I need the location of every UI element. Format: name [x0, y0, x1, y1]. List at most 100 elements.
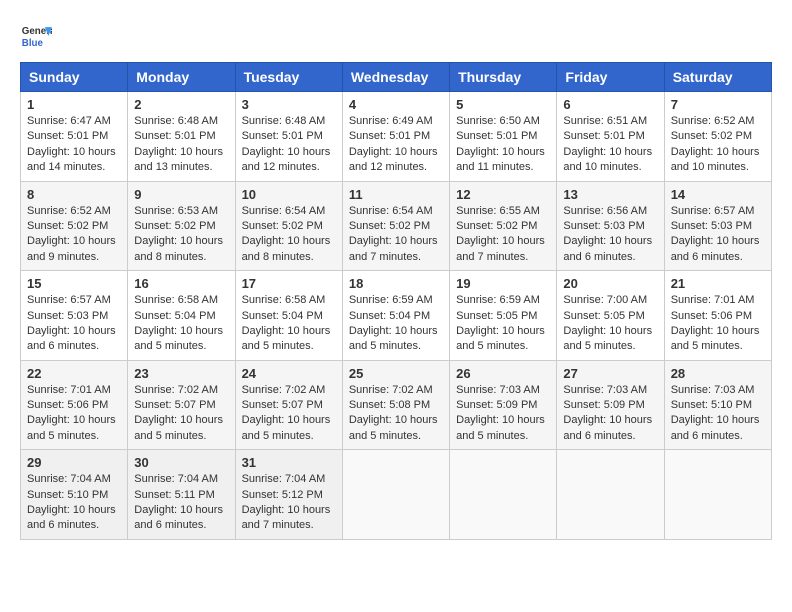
day-number: 5 — [456, 97, 550, 112]
day-content: Sunrise: 6:57 AMSunset: 5:03 PMDaylight:… — [27, 293, 121, 355]
calendar-cell: 17 Sunrise: 6:58 AMSunset: 5:04 PMDayligh… — [235, 271, 342, 361]
day-content: Sunrise: 7:02 AMSunset: 5:08 PMDaylight:… — [349, 383, 443, 445]
day-content: Sunrise: 6:52 AMSunset: 5:02 PMDaylight:… — [27, 204, 121, 266]
day-content: Sunrise: 6:51 AMSunset: 5:01 PMDaylight:… — [563, 114, 657, 176]
day-number: 31 — [242, 455, 336, 470]
calendar-cell: 19 Sunrise: 6:59 AMSunset: 5:05 PMDayligh… — [450, 271, 557, 361]
calendar-cell: 21 Sunrise: 7:01 AMSunset: 5:06 PMDayligh… — [664, 271, 771, 361]
day-number: 9 — [134, 187, 228, 202]
calendar-cell: 7 Sunrise: 6:52 AMSunset: 5:02 PMDaylight… — [664, 92, 771, 182]
calendar-cell: 30 Sunrise: 7:04 AMSunset: 5:11 PMDayligh… — [128, 450, 235, 540]
day-content: Sunrise: 6:53 AMSunset: 5:02 PMDaylight:… — [134, 204, 228, 266]
day-number: 7 — [671, 97, 765, 112]
day-number: 11 — [349, 187, 443, 202]
calendar-cell: 26 Sunrise: 7:03 AMSunset: 5:09 PMDayligh… — [450, 360, 557, 450]
calendar-cell: 28Sunrise: 7:03 AMSunset: 5:10 PMDayligh… — [664, 360, 771, 450]
day-content: Sunrise: 6:54 AMSunset: 5:02 PMDaylight:… — [349, 204, 443, 266]
calendar-cell: 2 Sunrise: 6:48 AMSunset: 5:01 PMDaylight… — [128, 92, 235, 182]
day-content: Sunrise: 6:57 AMSunset: 5:03 PMDaylight:… — [671, 204, 765, 266]
day-number: 24 — [242, 366, 336, 381]
calendar-cell: 20 Sunrise: 7:00 AMSunset: 5:05 PMDayligh… — [557, 271, 664, 361]
col-header-friday: Friday — [557, 63, 664, 92]
col-header-tuesday: Tuesday — [235, 63, 342, 92]
calendar-cell: 27Sunrise: 7:03 AMSunset: 5:09 PMDayligh… — [557, 360, 664, 450]
day-content: Sunrise: 6:58 AMSunset: 5:04 PMDaylight:… — [242, 293, 336, 355]
col-header-sunday: Sunday — [21, 63, 128, 92]
calendar-cell — [450, 450, 557, 540]
calendar-cell: 22 Sunrise: 7:01 AMSunset: 5:06 PMDayligh… — [21, 360, 128, 450]
calendar-cell: 11 Sunrise: 6:54 AMSunset: 5:02 PMDayligh… — [342, 181, 449, 271]
calendar-cell: 18 Sunrise: 6:59 AMSunset: 5:04 PMDayligh… — [342, 271, 449, 361]
day-number: 12 — [456, 187, 550, 202]
day-number: 15 — [27, 276, 121, 291]
calendar-cell: 24 Sunrise: 7:02 AMSunset: 5:07 PMDayligh… — [235, 360, 342, 450]
page-header: General Blue — [20, 20, 772, 52]
day-number: 13 — [563, 187, 657, 202]
logo: General Blue — [20, 20, 52, 52]
day-content: Sunrise: 6:59 AMSunset: 5:05 PMDaylight:… — [456, 293, 550, 355]
day-number: 21 — [671, 276, 765, 291]
calendar-table: SundayMondayTuesdayWednesdayThursdayFrid… — [20, 62, 772, 540]
calendar-cell: 14 Sunrise: 6:57 AMSunset: 5:03 PMDayligh… — [664, 181, 771, 271]
day-content: Sunrise: 7:03 AMSunset: 5:09 PMDaylight:… — [456, 383, 550, 445]
day-content: Sunrise: 7:04 AMSunset: 5:10 PMDaylight:… — [27, 472, 121, 534]
day-number: 20 — [563, 276, 657, 291]
day-number: 14 — [671, 187, 765, 202]
logo-icon: General Blue — [20, 20, 52, 52]
day-content: Sunrise: 6:48 AMSunset: 5:01 PMDaylight:… — [134, 114, 228, 176]
day-number: 26 — [456, 366, 550, 381]
day-number: 22 — [27, 366, 121, 381]
day-content: Sunrise: 6:50 AMSunset: 5:01 PMDaylight:… — [456, 114, 550, 176]
calendar-cell: 23 Sunrise: 7:02 AMSunset: 5:07 PMDayligh… — [128, 360, 235, 450]
col-header-monday: Monday — [128, 63, 235, 92]
day-number: 10 — [242, 187, 336, 202]
day-content: Sunrise: 6:49 AMSunset: 5:01 PMDaylight:… — [349, 114, 443, 176]
calendar-cell: 4 Sunrise: 6:49 AMSunset: 5:01 PMDaylight… — [342, 92, 449, 182]
day-content: Sunrise: 6:56 AMSunset: 5:03 PMDaylight:… — [563, 204, 657, 266]
day-number: 16 — [134, 276, 228, 291]
day-number: 4 — [349, 97, 443, 112]
col-header-saturday: Saturday — [664, 63, 771, 92]
calendar-cell: 5 Sunrise: 6:50 AMSunset: 5:01 PMDaylight… — [450, 92, 557, 182]
day-number: 2 — [134, 97, 228, 112]
calendar-cell: 3Sunrise: 6:48 AMSunset: 5:01 PMDaylight… — [235, 92, 342, 182]
calendar-cell: 12 Sunrise: 6:55 AMSunset: 5:02 PMDayligh… — [450, 181, 557, 271]
calendar-cell — [664, 450, 771, 540]
day-content: Sunrise: 6:47 AMSunset: 5:01 PMDaylight:… — [27, 114, 121, 176]
day-content: Sunrise: 7:04 AMSunset: 5:11 PMDaylight:… — [134, 472, 228, 534]
day-content: Sunrise: 7:01 AMSunset: 5:06 PMDaylight:… — [27, 383, 121, 445]
calendar-cell: 15 Sunrise: 6:57 AMSunset: 5:03 PMDayligh… — [21, 271, 128, 361]
day-number: 25 — [349, 366, 443, 381]
calendar-cell: 9 Sunrise: 6:53 AMSunset: 5:02 PMDaylight… — [128, 181, 235, 271]
calendar-cell — [557, 450, 664, 540]
day-content: Sunrise: 6:55 AMSunset: 5:02 PMDaylight:… — [456, 204, 550, 266]
calendar-cell: 25 Sunrise: 7:02 AMSunset: 5:08 PMDayligh… — [342, 360, 449, 450]
day-content: Sunrise: 7:00 AMSunset: 5:05 PMDaylight:… — [563, 293, 657, 355]
calendar-cell: 16 Sunrise: 6:58 AMSunset: 5:04 PMDayligh… — [128, 271, 235, 361]
day-content: Sunrise: 6:54 AMSunset: 5:02 PMDaylight:… — [242, 204, 336, 266]
day-number: 19 — [456, 276, 550, 291]
day-content: Sunrise: 7:03 AMSunset: 5:09 PMDaylight:… — [563, 383, 657, 445]
day-number: 30 — [134, 455, 228, 470]
calendar-cell: 8Sunrise: 6:52 AMSunset: 5:02 PMDaylight… — [21, 181, 128, 271]
col-header-thursday: Thursday — [450, 63, 557, 92]
day-number: 29 — [27, 455, 121, 470]
day-content: Sunrise: 7:04 AMSunset: 5:12 PMDaylight:… — [242, 472, 336, 534]
day-content: Sunrise: 7:01 AMSunset: 5:06 PMDaylight:… — [671, 293, 765, 355]
day-number: 17 — [242, 276, 336, 291]
day-content: Sunrise: 6:58 AMSunset: 5:04 PMDaylight:… — [134, 293, 228, 355]
calendar-cell — [342, 450, 449, 540]
calendar-cell: 29 Sunrise: 7:04 AMSunset: 5:10 PMDayligh… — [21, 450, 128, 540]
day-number: 6 — [563, 97, 657, 112]
col-header-wednesday: Wednesday — [342, 63, 449, 92]
day-number: 23 — [134, 366, 228, 381]
day-content: Sunrise: 7:02 AMSunset: 5:07 PMDaylight:… — [242, 383, 336, 445]
day-number: 18 — [349, 276, 443, 291]
day-content: Sunrise: 6:52 AMSunset: 5:02 PMDaylight:… — [671, 114, 765, 176]
day-content: Sunrise: 7:02 AMSunset: 5:07 PMDaylight:… — [134, 383, 228, 445]
day-content: Sunrise: 6:48 AMSunset: 5:01 PMDaylight:… — [242, 114, 336, 176]
calendar-cell: 10 Sunrise: 6:54 AMSunset: 5:02 PMDayligh… — [235, 181, 342, 271]
day-content: Sunrise: 7:03 AMSunset: 5:10 PMDaylight:… — [671, 383, 765, 445]
day-content: Sunrise: 6:59 AMSunset: 5:04 PMDaylight:… — [349, 293, 443, 355]
calendar-cell: 1Sunrise: 6:47 AMSunset: 5:01 PMDaylight… — [21, 92, 128, 182]
